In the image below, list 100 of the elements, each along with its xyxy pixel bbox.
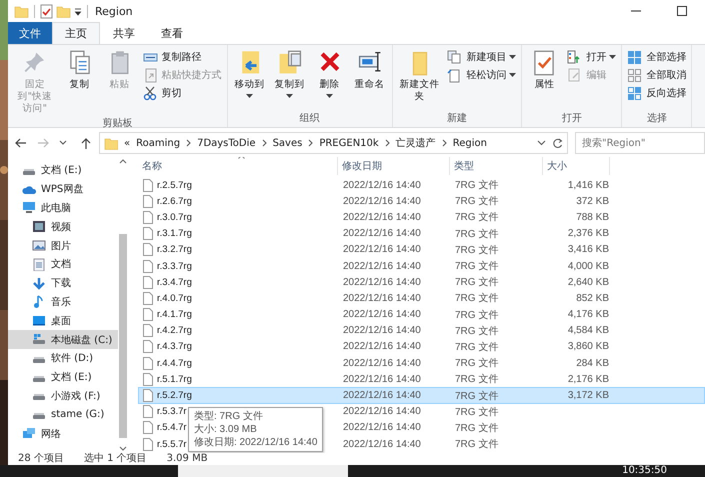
table-cell: 1,416 KB [568, 180, 609, 191]
drive-icon [32, 333, 46, 346]
nav-item[interactable]: stame (G:) [8, 405, 118, 424]
ribbon-tab[interactable]: 查看 [148, 22, 196, 44]
group-label: 组织 [298, 112, 321, 125]
table-cell: 788 KB [576, 212, 609, 223]
nav-item[interactable]: 图片 [8, 236, 118, 255]
ribbon-button[interactable]: 属性 [525, 48, 564, 112]
nav-item[interactable]: 网络 [8, 424, 118, 443]
table-cell: 2022/12/16 14:40 [343, 260, 421, 272]
scissors-icon [142, 86, 159, 100]
file-name: r.5.2.7rg [157, 390, 192, 402]
file-name: r.3.4.7rg [157, 276, 192, 288]
file-name: r.5.4.7r [157, 422, 187, 434]
shortcut-icon [142, 68, 159, 82]
table-cell: 3,172 KB [568, 390, 609, 402]
ribbon-button[interactable]: 新建文件夹 [396, 48, 444, 112]
table-cell: 2022/12/16 14:40 [343, 422, 421, 434]
ribbon-tab[interactable]: 共享 [100, 22, 148, 44]
ribbon-button[interactable]: 全部取消 [625, 66, 688, 84]
address-field[interactable]: « Roaming 7DaysToDie Saves PREGEN10k 亡灵遗产 Region [99, 132, 568, 154]
table-cell: 2022/12/16 14:40 [343, 180, 421, 191]
breadcrumb[interactable]: Region [452, 138, 487, 148]
chevron-icon [442, 139, 447, 147]
ribbon-button[interactable]: 新建项目 [445, 48, 518, 66]
ribbon-tab[interactable]: 主页 [52, 22, 100, 44]
caret-icon [246, 94, 254, 98]
table-cell: 372 KB [576, 196, 609, 207]
scrollbar-thumb[interactable] [119, 234, 127, 438]
breadcrumb[interactable]: 亡灵遗产 [396, 136, 436, 150]
ribbon-button[interactable]: 复制路径 [140, 48, 224, 66]
nav-item[interactable]: 小游戏 (F:) [8, 386, 118, 406]
ribbon-button[interactable]: 全部选择 [625, 48, 688, 66]
nav-item[interactable]: 本地磁盘 (C:) [8, 330, 118, 349]
table-cell: 2022/12/16 14:40 [343, 406, 421, 418]
table-cell: 7RG 文件 [455, 180, 498, 192]
film-icon [32, 220, 46, 234]
table-cell: 7RG 文件 [455, 439, 498, 450]
table-cell: 4,000 KB [568, 260, 609, 272]
chevron-icon [308, 139, 314, 147]
nav-item[interactable]: 文档 (E:) [8, 368, 118, 387]
column-header[interactable]: 大小 [543, 157, 610, 175]
ribbon-button[interactable]: 复制到 [270, 48, 309, 112]
file-name: r.3.2.7rg [157, 244, 192, 256]
breadcrumb[interactable]: 7DaysToDie [197, 138, 256, 148]
table-cell: 7RG 文件 [455, 293, 498, 304]
table-cell: 7RG 文件 [455, 310, 498, 321]
ribbon-button[interactable]: 重命名 [350, 48, 389, 112]
nav-item[interactable]: 桌面 [8, 311, 118, 330]
table-cell: 4,176 KB [568, 309, 609, 320]
table-cell: 2022/12/16 14:40 [343, 228, 421, 240]
ribbon-tab[interactable]: 文件 [8, 22, 52, 44]
table-cell: 7RG 文件 [455, 277, 498, 288]
table-cell: 7RG 文件 [455, 196, 498, 208]
file-name: r.4.3.7rg [157, 341, 192, 352]
table-cell: 2022/12/16 14:40 [343, 292, 421, 304]
table-cell: 2022/12/16 14:40 [343, 390, 421, 402]
breadcrumb[interactable]: PREGEN10k [319, 138, 379, 148]
file-icon [143, 260, 153, 273]
breadcrumb[interactable]: Roaming [136, 138, 180, 148]
nav-item[interactable]: 视频 [8, 217, 118, 236]
nav-item[interactable]: 下载 [8, 274, 118, 293]
nav-item[interactable]: 文档 (E:) [8, 161, 118, 180]
caret-icon [509, 55, 516, 59]
nav-item[interactable]: 音乐 [8, 292, 118, 312]
ribbon-button[interactable]: 剪切 [140, 84, 224, 102]
column-header[interactable]: 类型 [450, 157, 543, 175]
status-text: 选中 1 个项目 [84, 453, 147, 465]
search-field[interactable]: 搜索"Region" [575, 132, 705, 154]
nav-item[interactable]: 文档 [8, 254, 118, 274]
table-cell: 4,584 KB [568, 325, 609, 336]
overflow-chevron[interactable]: « [124, 138, 130, 148]
nav-item[interactable]: 此电脑 [8, 198, 118, 218]
table-cell: 852 KB [576, 292, 609, 304]
ribbon-button[interactable]: 打开 [565, 48, 618, 66]
window-title: Region [95, 4, 133, 18]
table-cell: 7RG 文件 [455, 342, 498, 353]
ribbon-button[interactable]: 移动到 [230, 48, 269, 112]
nav-item[interactable]: 软件 (D:) [8, 348, 118, 368]
column-header[interactable]: 名称 [138, 157, 338, 175]
column-header[interactable]: 修改日期 [338, 157, 450, 175]
file-name: r.4.2.7rg [157, 325, 192, 336]
table-cell: 2022/12/16 14:40 [343, 374, 421, 385]
nav-item[interactable]: WPS网盘 [8, 180, 118, 199]
ribbon-button[interactable]: 反向选择 [625, 84, 688, 102]
file-name: r.4.4.7rg [157, 358, 192, 369]
file-icon [143, 178, 153, 192]
ribbon-button[interactable]: 删除 [310, 48, 349, 112]
group-label: 新建 [446, 112, 468, 125]
ribbon-button[interactable]: 轻松访问 [445, 66, 518, 84]
table-cell: 2022/12/16 14:40 [343, 244, 421, 256]
table-cell: 7RG 文件 [455, 244, 498, 256]
ribbon-button[interactable]: 复制 [60, 48, 99, 117]
file-name: r.2.5.7rg [157, 180, 192, 191]
search-field[interactable] [178, 465, 348, 477]
dropdown-icon [537, 140, 546, 146]
selected-file-row[interactable]: r.5.2.7rg 2022/12/16 14:40 7RG 文件 3,172 KB [138, 387, 705, 404]
group-label: 打开 [560, 112, 583, 125]
breadcrumb[interactable]: Saves [272, 138, 302, 148]
file-name: r.5.3.7r [157, 406, 187, 418]
